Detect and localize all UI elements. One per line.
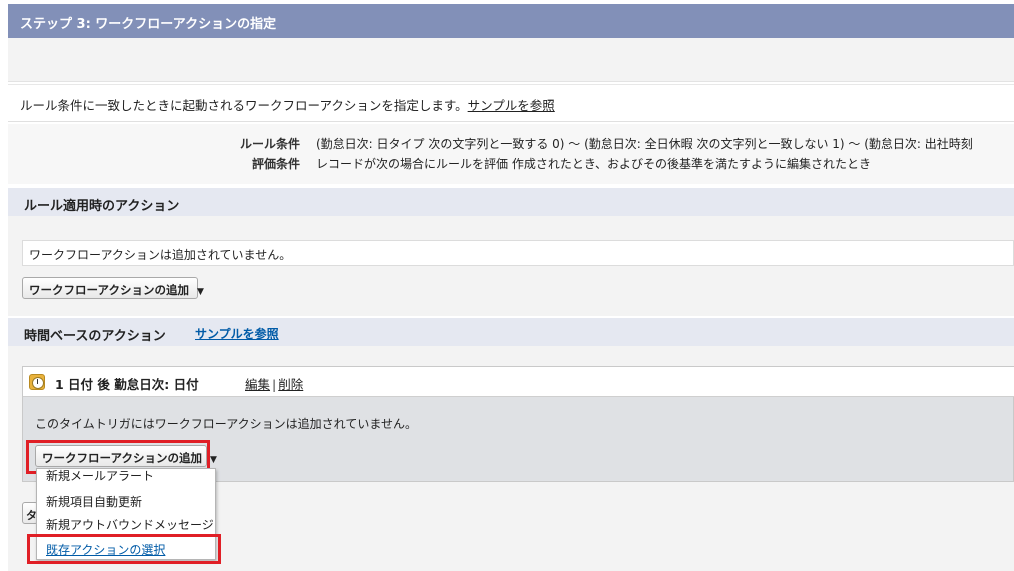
add-workflow-action-button[interactable]: ワークフローアクションの追加 ▼: [22, 277, 204, 299]
time-based-actions-header: 時間ベースのアクション サンプルを参照: [8, 318, 1014, 346]
time-based-actions-title: 時間ベースのアクション: [24, 329, 166, 344]
clock-icon: [29, 374, 45, 390]
intro-text-line: ルール条件に一致したときに起動されるワークフローアクションを指定します。サンプル…: [20, 95, 555, 114]
menu-item-new-email-alert[interactable]: 新規メールアラート: [37, 463, 215, 485]
time-trigger-links: 編集 | 削除: [245, 374, 303, 393]
immediate-actions-body: ワークフローアクションは追加されていません。 ワークフローアクションの追加 ▼: [8, 216, 1014, 316]
intro-sample-link[interactable]: サンプルを参照: [468, 98, 555, 113]
rule-criteria-label: ルール条件: [239, 137, 300, 151]
intro-band: ルール条件に一致したときに起動されるワークフローアクションを指定します。サンプル…: [8, 84, 1014, 122]
step-spacer-band: [8, 38, 1014, 82]
add-workflow-action-label: ワークフローアクションの追加: [29, 283, 189, 297]
immediate-actions-title: ルール適用時のアクション: [24, 199, 180, 214]
edit-trigger-link[interactable]: 編集: [245, 377, 270, 392]
delete-trigger-link[interactable]: 削除: [278, 377, 303, 392]
step-title: ステップ 3: ワークフローアクションの指定: [20, 17, 277, 32]
time-trigger-header: 1 日付 後 勤怠日次: 日付 編集 | 削除: [23, 367, 1014, 397]
immediate-empty-message: ワークフローアクションは追加されていません。: [22, 240, 1014, 266]
step-header: ステップ 3: ワークフローアクションの指定: [8, 4, 1014, 38]
immediate-actions-header: ルール適用時のアクション: [8, 188, 1014, 216]
time-trigger-empty-text: このタイムトリガにはワークフローアクションは追加されていません。: [35, 417, 417, 431]
evaluation-criteria-value: レコードが次の場合にルールを評価 作成されたとき、およびその後基準を満たすように…: [316, 157, 871, 171]
time-based-sample-link[interactable]: サンプルを参照: [195, 325, 279, 342]
rule-criteria-value: (勤怠日次: 日タイプ 次の文字列と一致する 0) ～ (勤怠日次: 全日休暇 …: [316, 137, 973, 151]
menu-item-new-field-update[interactable]: 新規項目自動更新: [37, 489, 215, 511]
rule-info-panel: ルール条件 (勤怠日次: 日タイプ 次の文字列と一致する 0) ～ (勤怠日次:…: [8, 124, 1014, 184]
time-trigger-title: 1 日付 後 勤怠日次: 日付: [55, 377, 199, 392]
highlight-existing-action-box: [27, 534, 221, 564]
caret-down-icon: ▼: [196, 287, 204, 297]
link-separator: |: [272, 377, 277, 392]
immediate-empty-text: ワークフローアクションは追加されていません。: [29, 248, 292, 262]
intro-text: ルール条件に一致したときに起動されるワークフローアクションを指定します。: [20, 98, 468, 113]
menu-item-new-outbound-message[interactable]: 新規アウトバウンドメッセージ: [37, 512, 215, 534]
evaluation-criteria-label: 評価条件: [251, 157, 300, 171]
